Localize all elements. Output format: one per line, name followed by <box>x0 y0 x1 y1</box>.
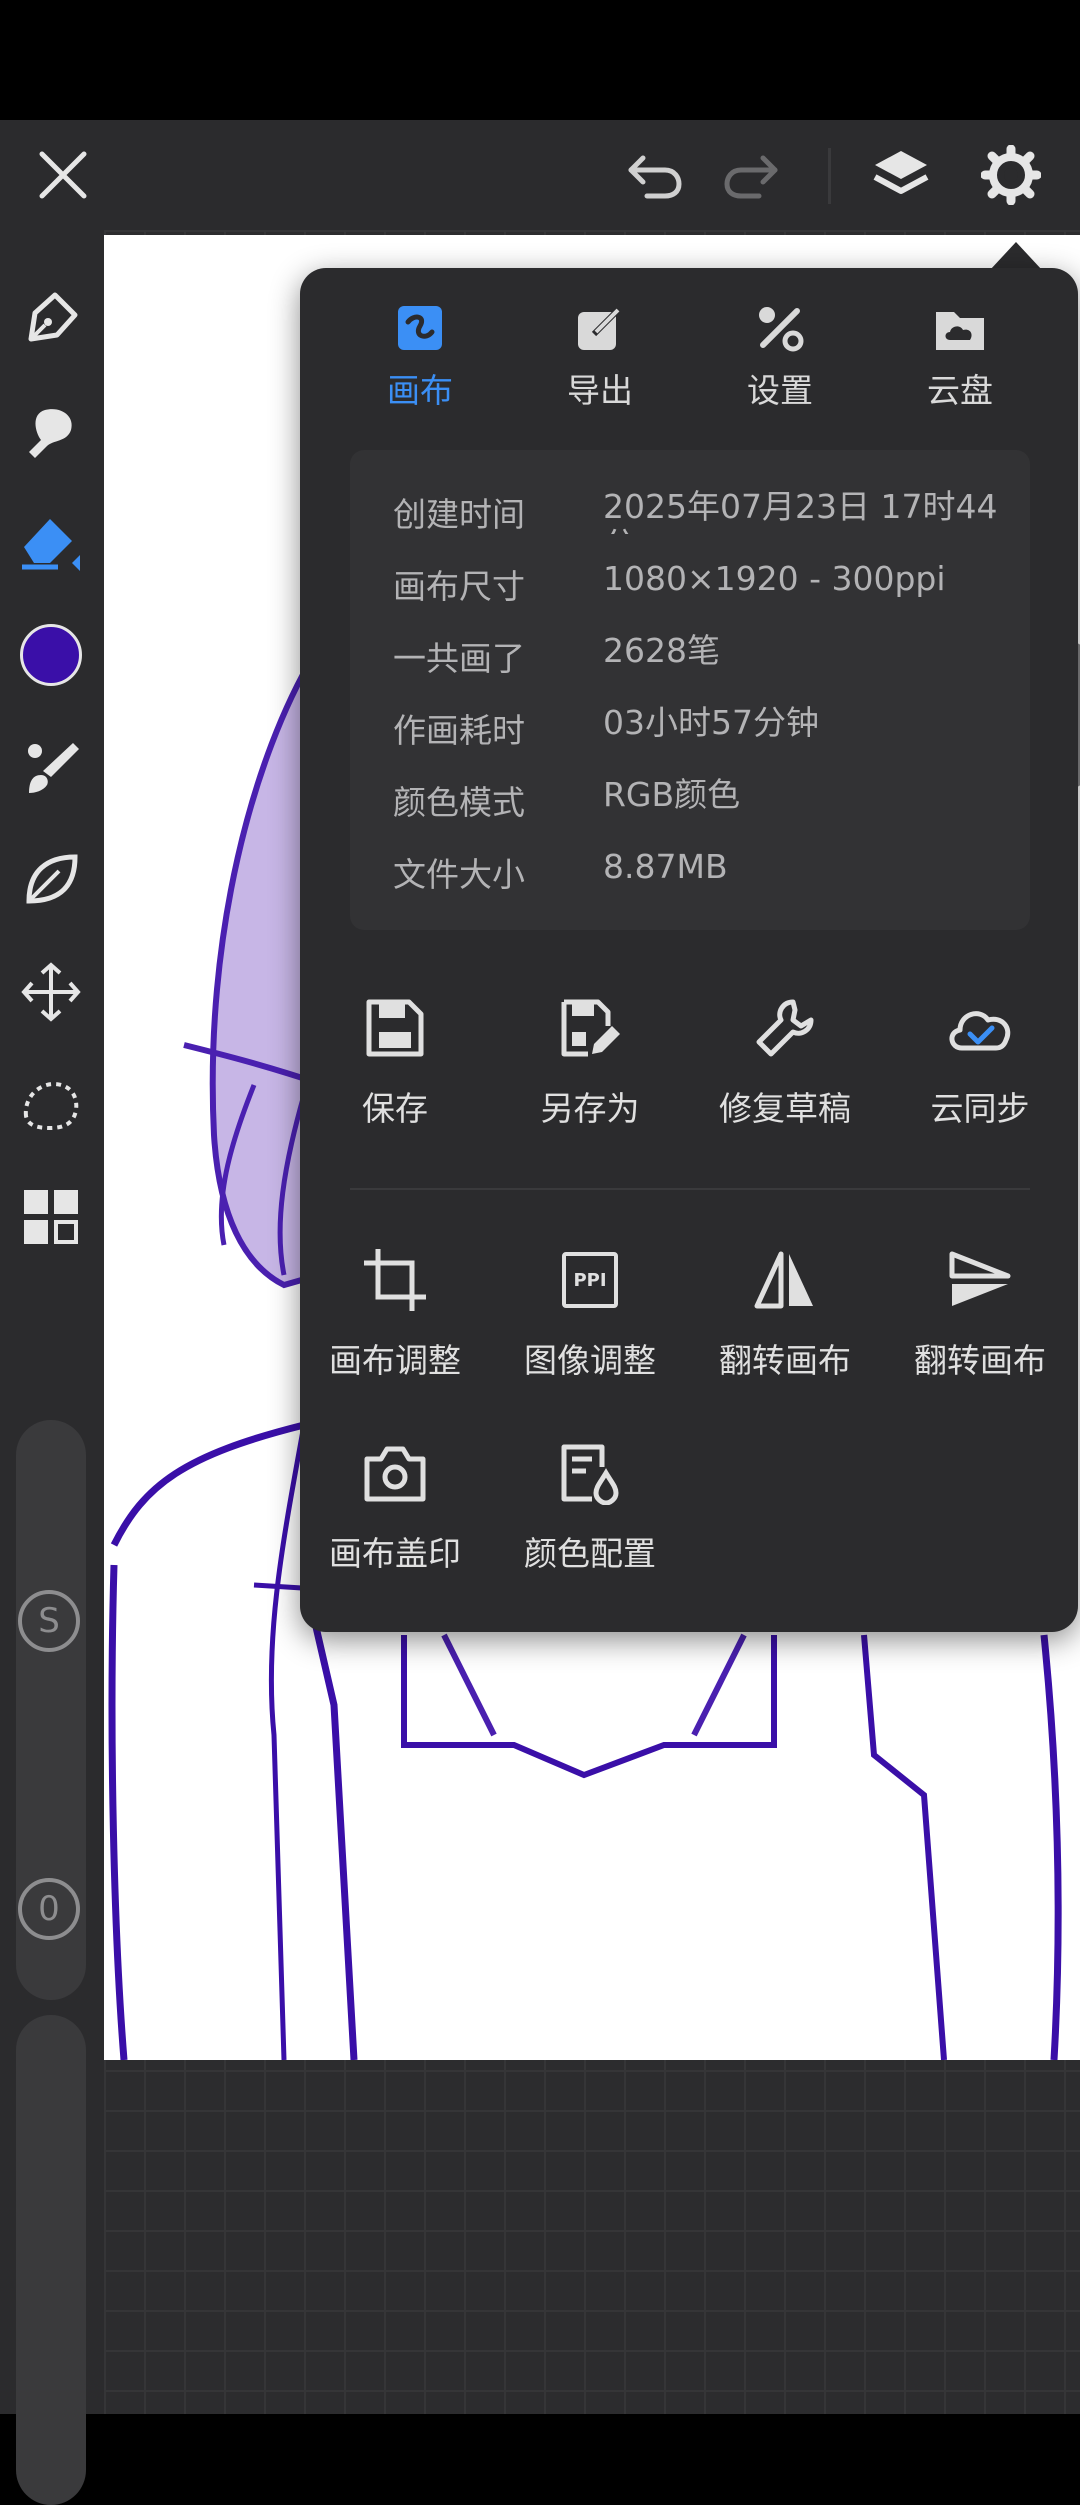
eraser-icon[interactable] <box>14 505 88 579</box>
undo-icon[interactable] <box>622 142 688 208</box>
wrench-icon <box>745 988 825 1068</box>
export-icon <box>570 298 630 358</box>
repair-draft-button[interactable]: 修复草稿 <box>690 988 880 1158</box>
cloud-sync-icon <box>940 988 1020 1068</box>
info-row-color-mode: 颜色模式 RGB颜色 <box>393 775 741 823</box>
tab-canvas[interactable]: 画布 <box>330 298 510 418</box>
status-bar <box>0 0 1080 120</box>
flip-vertical-icon <box>940 1240 1020 1320</box>
canvas-stamp-button[interactable]: 画布盖印 <box>300 1433 490 1603</box>
canvas-icon <box>390 298 450 358</box>
tab-export[interactable]: 导出 <box>510 298 690 418</box>
current-color-swatch[interactable] <box>20 624 82 686</box>
move-icon[interactable] <box>14 955 88 1029</box>
save-icon <box>355 988 435 1068</box>
save-as-button[interactable]: 另存为 <box>495 988 685 1158</box>
size-indicator[interactable]: S <box>18 1590 80 1652</box>
info-row-strokes: 一共画了 2628笔 <box>393 631 720 679</box>
color-config-button[interactable]: 颜色配置 <box>495 1433 685 1603</box>
cloud-folder-icon <box>930 298 990 358</box>
popup-pointer <box>990 242 1042 270</box>
color-config-icon <box>550 1433 630 1513</box>
canvas-info-panel: 创建时间 2025年07月23日 17时44分 画布尺寸 1080×1920 -… <box>350 450 1030 930</box>
flip-horizontal-icon <box>745 1240 825 1320</box>
leaf-icon[interactable] <box>14 842 88 916</box>
pen-icon[interactable] <box>14 282 88 356</box>
redo-icon[interactable] <box>718 142 784 208</box>
canvas-adjust-button[interactable]: 画布调整 <box>300 1240 490 1410</box>
ppi-icon: PPI <box>550 1240 630 1320</box>
lasso-icon[interactable] <box>14 1068 88 1142</box>
camera-icon <box>355 1433 435 1513</box>
info-row-created: 创建时间 2025年07月23日 17时44分 <box>393 488 998 534</box>
layers-icon[interactable] <box>868 142 934 208</box>
close-icon[interactable] <box>30 142 96 208</box>
info-row-time: 作画耗时 03小时57分钟 <box>393 703 819 751</box>
save-button[interactable]: 保存 <box>300 988 490 1158</box>
tools-icon <box>750 298 810 358</box>
info-row-file-size: 文件大小 8.87MB <box>393 847 728 895</box>
brush-icon[interactable] <box>14 730 88 804</box>
tab-cloud[interactable]: 云盘 <box>870 298 1050 418</box>
tab-settings[interactable]: 设置 <box>690 298 870 418</box>
info-row-size: 画布尺寸 1080×1920 - 300ppi <box>393 559 946 607</box>
image-adjust-button[interactable]: PPI 图像调整 <box>495 1240 685 1410</box>
flip-vertical-button[interactable]: 翻转画布 <box>885 1240 1075 1410</box>
menu-divider <box>350 1188 1030 1190</box>
gear-icon[interactable] <box>978 142 1044 208</box>
cloud-sync-button[interactable]: 云同步 <box>885 988 1075 1158</box>
opacity-indicator[interactable]: 0 <box>18 1878 80 1940</box>
toolbar-divider <box>828 148 831 204</box>
save-as-icon <box>550 988 630 1068</box>
top-toolbar <box>0 120 1080 230</box>
crop-icon <box>355 1240 435 1320</box>
smudge-icon[interactable] <box>14 395 88 469</box>
grid-icon[interactable] <box>14 1180 88 1254</box>
color-swatch[interactable] <box>14 618 88 692</box>
flip-horizontal-button[interactable]: 翻转画布 <box>690 1240 880 1410</box>
tool-sidebar: S 0 <box>0 230 104 2505</box>
canvas-menu-popup: 画布 导出 设置 云盘 创建时间 2025年07月23日 17时44分 画布尺寸… <box>300 268 1078 1632</box>
opacity-slider[interactable] <box>16 2015 86 2505</box>
